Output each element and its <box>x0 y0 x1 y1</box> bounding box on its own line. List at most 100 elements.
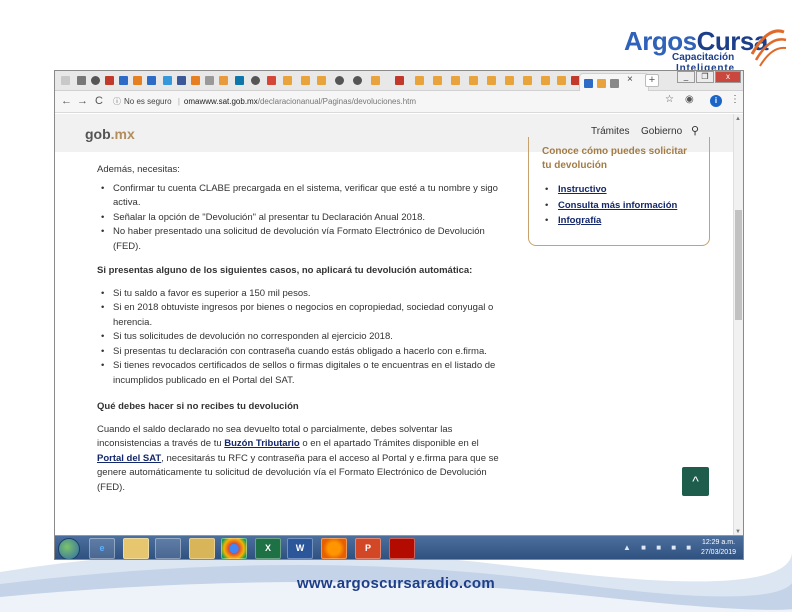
tab-favicon-icon[interactable] <box>557 76 566 85</box>
intro-text: Además, necesitas: <box>97 164 180 175</box>
link-buzon-tributario[interactable]: Buzón Tributario <box>224 438 299 449</box>
nav-tramites[interactable]: Trámites <box>591 126 630 137</box>
system-tray: ▲ ■ ■ ■ ■ 12:29 a.m. 27/03/2019 <box>623 538 738 559</box>
link-infografia[interactable]: Infografía <box>558 215 601 226</box>
chrome-icon[interactable] <box>221 538 247 559</box>
tab-favicon-icon[interactable] <box>283 76 292 85</box>
reload-icon[interactable]: C <box>95 95 103 107</box>
back-icon[interactable]: ← <box>61 95 72 107</box>
needs-list: Confirmar tu cuenta CLABE precargada en … <box>97 182 507 255</box>
tab-favicon-icon[interactable] <box>163 76 172 85</box>
back-to-top-button[interactable]: ^ <box>682 467 709 496</box>
ie-icon[interactable]: e <box>89 538 115 559</box>
browser-screenshot: × + _ ❐ x ← → C ⓘ No es seguro | omawww.sa… <box>54 70 744 560</box>
list-item: Si tienes revocados certificados de sell… <box>97 359 507 388</box>
tab-favicon-icon[interactable] <box>61 76 70 85</box>
tab-favicon-icon[interactable] <box>451 76 460 85</box>
firefox-icon[interactable] <box>321 538 347 559</box>
tab-favicon-icon[interactable] <box>251 76 260 85</box>
windows-taskbar: e X W P ▲ ■ ■ ■ ■ 12:29 a.m. 27/03/2019 <box>55 535 743 559</box>
list-item: Consulta más información <box>542 198 697 214</box>
tab-favicon-icon[interactable] <box>191 76 200 85</box>
tab-favicon-icon[interactable] <box>267 76 276 85</box>
new-tab-button[interactable]: + <box>645 74 659 87</box>
tab-favicon-icon[interactable] <box>335 76 344 85</box>
sidebar-title: Conoce cómo puedes solicitar tu devolució… <box>542 145 697 173</box>
word-icon[interactable]: W <box>287 538 313 559</box>
tab-favicon-icon[interactable] <box>395 76 404 85</box>
link-instructivo[interactable]: Instructivo <box>558 184 607 195</box>
close-tab-icon[interactable]: × <box>627 74 633 85</box>
clock-time: 12:29 a.m. <box>701 539 736 546</box>
tab-favicon-icon[interactable] <box>91 76 100 85</box>
window-controls: _ ❐ x <box>677 71 741 83</box>
tab-favicon-icon[interactable] <box>133 76 142 85</box>
search-icon[interactable]: ⚲ <box>691 124 699 137</box>
tab-favicon-icon[interactable] <box>505 76 514 85</box>
tab-favicon-icon[interactable] <box>353 76 362 85</box>
tab-favicon-icon[interactable] <box>301 76 310 85</box>
nav-gobierno[interactable]: Gobierno <box>641 126 682 137</box>
link-consulta-mas-informacion[interactable]: Consulta más información <box>558 200 677 211</box>
extension-badge-icon[interactable]: i <box>710 95 722 107</box>
page-scrollbar[interactable]: ▲ ▼ <box>733 114 743 537</box>
clock[interactable]: 12:29 a.m. 27/03/2019 <box>701 538 736 558</box>
acrobat-icon[interactable] <box>389 538 415 559</box>
tab-favicon-icon[interactable] <box>105 76 114 85</box>
scroll-thumb[interactable] <box>735 210 742 320</box>
minimize-button[interactable]: _ <box>677 71 695 83</box>
extension-icon[interactable]: ◉ <box>685 94 694 105</box>
tab-favicon-icon <box>584 79 593 88</box>
tab-favicon-icon[interactable] <box>235 76 244 85</box>
powerpoint-icon[interactable]: P <box>355 538 381 559</box>
tab-favicon-icon[interactable] <box>371 76 380 85</box>
argoscursa-logo: ArgosCursa Capacitación Inteligente <box>620 22 790 74</box>
tab-favicon-icon[interactable] <box>177 76 186 85</box>
maximize-button[interactable]: ❐ <box>696 71 714 83</box>
sidebar-title-line1: Conoce cómo puedes solicitar <box>542 146 688 157</box>
security-label: No es seguro <box>124 97 172 106</box>
url-host: omawww.sat.gob.mx <box>183 97 258 106</box>
list-item: Infografía <box>542 213 697 229</box>
player-icon[interactable] <box>189 538 215 559</box>
list-item: Si en 2018 obtuviste ingresos por bienes… <box>97 301 507 330</box>
tab-favicon-icon[interactable] <box>523 76 532 85</box>
tab-favicon-icon[interactable] <box>487 76 496 85</box>
sidebar-title-line2: tu devolución <box>542 160 607 171</box>
tab-favicon-icon[interactable] <box>469 76 478 85</box>
tab-favicon-icon[interactable] <box>119 76 128 85</box>
list-item: No haber presentado una solicitud de dev… <box>97 225 507 254</box>
cases-list: Si tu saldo a favor es superior a 150 mi… <box>97 287 507 389</box>
tab-favicon-icon[interactable] <box>541 76 550 85</box>
sidebar-links: Instructivo Consulta más información Inf… <box>542 182 697 229</box>
tab-strip: × + _ ❐ x <box>55 71 743 91</box>
forward-icon[interactable]: → <box>77 95 88 107</box>
tab-favicon-icon[interactable] <box>317 76 326 85</box>
tray-icons[interactable]: ▲ ■ ■ ■ ■ <box>623 543 695 552</box>
gob-mx-logo[interactable]: gob.mx <box>85 126 135 142</box>
tab-active[interactable] <box>579 73 649 91</box>
tab-favicon-icon[interactable] <box>77 76 86 85</box>
info-icon: ⓘ <box>113 97 121 106</box>
tab-favicon-icon[interactable] <box>219 76 228 85</box>
tab-favicon-icon[interactable] <box>147 76 156 85</box>
scroll-up-icon[interactable]: ▲ <box>735 116 741 122</box>
tab-favicon-icon[interactable] <box>205 76 214 85</box>
list-item: Confirmar tu cuenta CLABE precargada en … <box>97 182 507 211</box>
tab-favicon-icon[interactable] <box>433 76 442 85</box>
url-input[interactable]: ⓘ No es seguro | omawww.sat.gob.mx/declara… <box>113 94 663 109</box>
url-path: /declaracionanual/Paginas/devoluciones.h… <box>257 97 417 106</box>
close-window-button[interactable]: x <box>715 71 741 83</box>
explorer-icon[interactable] <box>123 538 149 559</box>
tab-favicon-icon[interactable] <box>415 76 424 85</box>
address-bar-row: ← → C ⓘ No es seguro | omawww.sat.gob.mx/d… <box>55 91 743 113</box>
menu-icon[interactable]: ⋮ <box>730 94 740 105</box>
start-button[interactable] <box>58 538 80 559</box>
link-portal-del-sat[interactable]: Portal del SAT <box>97 453 161 464</box>
excel-icon[interactable]: X <box>255 538 281 559</box>
logo-mx-text: .mx <box>110 126 135 142</box>
bookmark-star-icon[interactable]: ☆ <box>665 94 674 105</box>
no-refund-heading: Qué debes hacer si no recibes tu devoluc… <box>97 401 299 412</box>
media-icon[interactable] <box>155 538 181 559</box>
tab-favicon-icon <box>610 79 619 88</box>
